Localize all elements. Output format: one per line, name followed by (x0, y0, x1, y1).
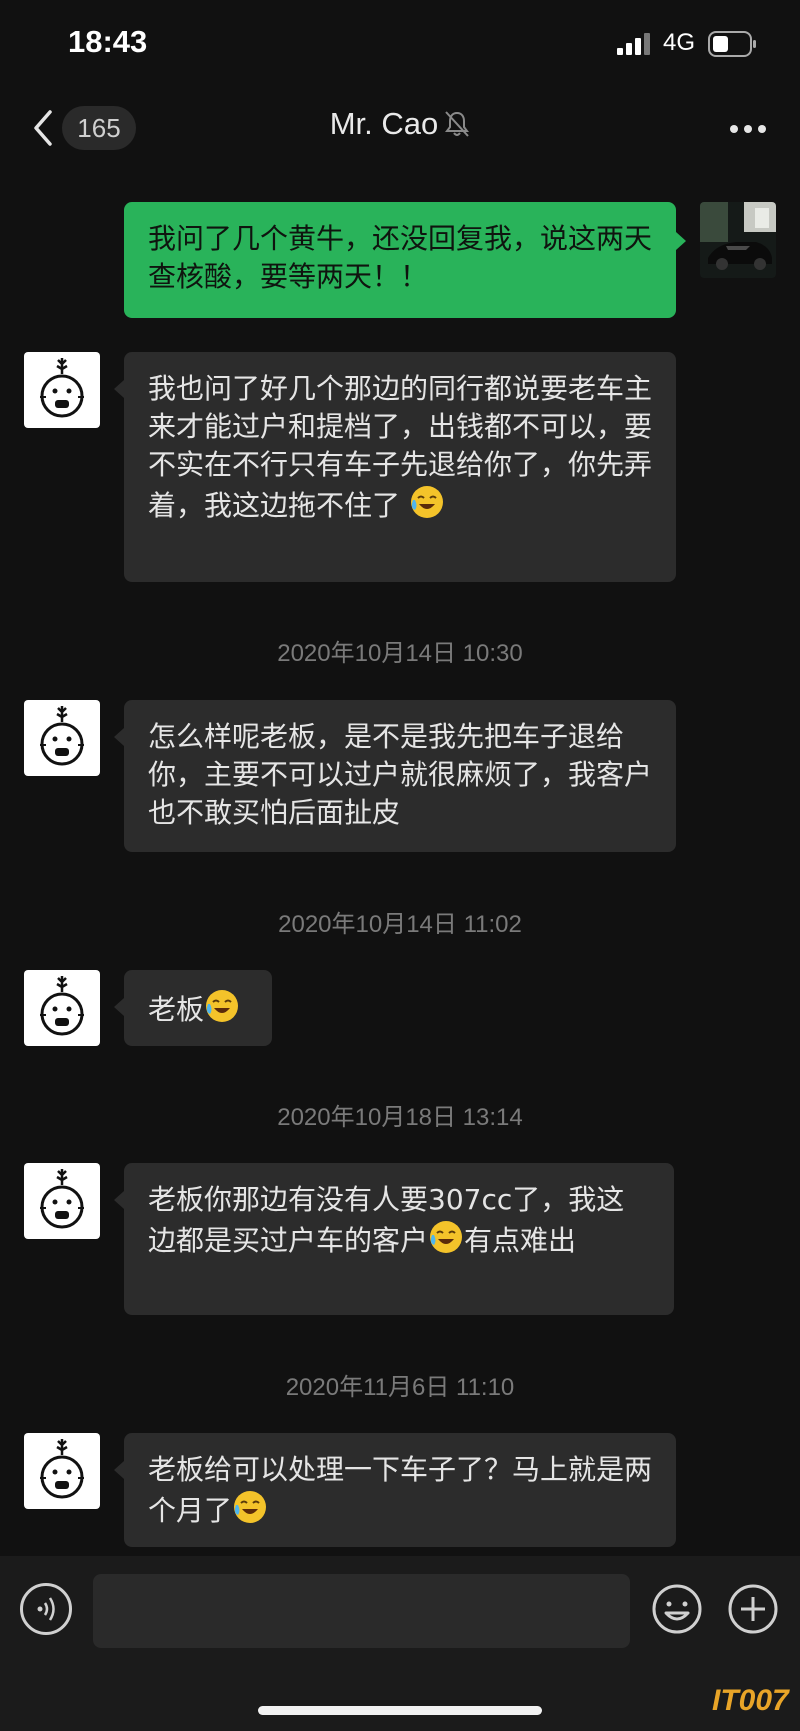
timestamp: 2020年10月18日 13:14 (277, 1104, 523, 1131)
voice-input-button[interactable] (20, 1583, 72, 1635)
timestamp: 2020年11月6日 11:10 (285, 1374, 515, 1401)
chat-header: 165 Mr. Cao (0, 90, 800, 170)
more-options-icon[interactable] (726, 114, 770, 144)
timestamp: 2020年10月14日 11:02 (278, 911, 522, 938)
signal-icon (617, 33, 650, 55)
message-text: 老板 (148, 993, 205, 1026)
my-avatar[interactable] (700, 202, 776, 278)
message-text: 怎么样呢老板，是不是我先把车子退给你，主要不可以过户就很麻烦了，我客户也不敢买怕… (148, 720, 653, 829)
status-bar: 18:43 4G (0, 0, 800, 90)
crying-laughing-emoji-icon (409, 484, 445, 530)
contact-avatar[interactable] (24, 970, 100, 1046)
contact-avatar[interactable] (24, 352, 100, 428)
emoji-button-icon[interactable] (651, 1583, 703, 1635)
message-bubble[interactable]: 我问了几个黄牛，还没回复我，说这两天查核酸，要等两天！！ (124, 202, 676, 318)
muted-bell-icon (445, 111, 470, 137)
message-text: 老板给可以处理一下车子了？马上就是两个月了 (148, 1453, 653, 1527)
message-text: 我也问了好几个那边的同行都说要老车主来才能过户和提档了，出钱都不可以，要不实在不… (148, 372, 653, 522)
message-bubble[interactable]: 老板给可以处理一下车子了？马上就是两个月了 (124, 1433, 676, 1547)
input-bar: IT007 (0, 1556, 800, 1731)
chat-title: Mr. Cao (329, 106, 439, 141)
message-bubble[interactable]: 老板 (124, 970, 272, 1046)
contact-avatar[interactable] (24, 1433, 100, 1509)
contact-avatar[interactable] (24, 700, 100, 776)
contact-avatar[interactable] (24, 1163, 100, 1239)
home-indicator (258, 1706, 542, 1715)
message-text: 有点难出 (464, 1224, 577, 1257)
chat-title-area: Mr. Cao (0, 106, 800, 142)
watermark: IT007 (712, 1684, 789, 1717)
message-bubble[interactable]: 怎么样呢老板，是不是我先把车子退给你，主要不可以过户就很麻烦了，我客户也不敢买怕… (124, 700, 676, 852)
message-input[interactable] (93, 1574, 630, 1648)
message-bubble[interactable]: 我也问了好几个那边的同行都说要老车主来才能过户和提档了，出钱都不可以，要不实在不… (124, 352, 676, 582)
crying-laughing-emoji-icon (204, 988, 240, 1034)
crying-laughing-emoji-icon (232, 1489, 268, 1535)
voice-icon (37, 1597, 55, 1621)
message-text: 我问了几个黄牛，还没回复我，说这两天查核酸，要等两天！！ (148, 222, 653, 293)
add-button-icon[interactable] (727, 1583, 779, 1635)
network-type: 4G (663, 29, 696, 56)
message-bubble[interactable]: 老板你那边有没有人要307cc了，我这边都是买过户车的客户 有点难出 (124, 1163, 674, 1315)
battery-icon (708, 31, 756, 57)
timestamp: 2020年10月14日 10:30 (277, 640, 523, 667)
status-time: 18:43 (68, 24, 148, 59)
crying-laughing-emoji-icon (428, 1219, 464, 1265)
